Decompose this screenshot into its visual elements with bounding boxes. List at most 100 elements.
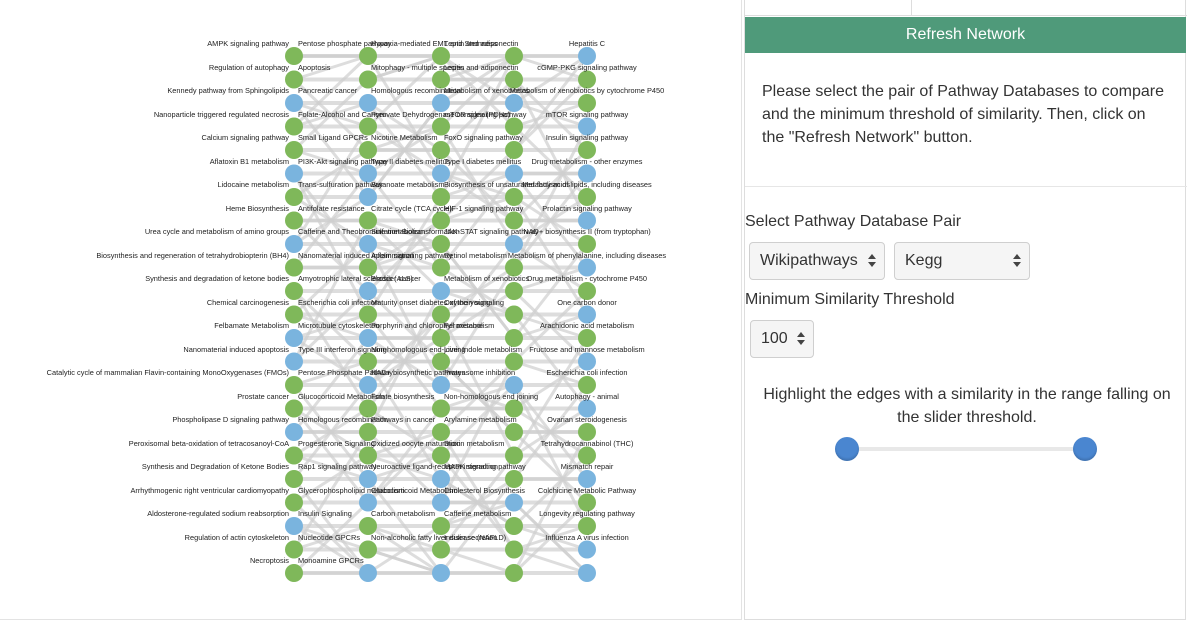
node-label: Insulin signaling pathway <box>545 133 629 142</box>
node-label: Aflatoxin B1 metabolism <box>209 156 289 166</box>
network-node[interactable] <box>432 564 450 582</box>
select-arrows-icon <box>1013 253 1021 269</box>
node-label: Apoptosis <box>298 62 331 72</box>
node-label: Pathways in cancer <box>371 415 436 424</box>
node-label: Urea cycle and metabolism of amino group… <box>144 227 289 236</box>
network-node[interactable] <box>505 564 523 582</box>
node-label: Phospholipase D signaling pathway <box>172 415 289 424</box>
node-label: NAD+ biosynthesis II (from tryptophan) <box>523 227 651 236</box>
refresh-network-button[interactable]: Refresh Network <box>745 17 1186 53</box>
node-label: Insulin secretion <box>444 532 498 542</box>
node-label: Metabolism of xenobiotics by cytochrome … <box>509 86 665 95</box>
node-label: Peroxisome <box>444 321 484 330</box>
node-label: Regulation of autophagy <box>208 62 289 72</box>
threshold-select[interactable]: 100 <box>750 320 814 358</box>
divider <box>745 186 1187 187</box>
node-label: Insulin Signaling <box>298 509 352 518</box>
network-node[interactable] <box>505 517 523 535</box>
node-label: Cholesterol Biosynthesis <box>444 485 525 495</box>
slider-handle-min[interactable] <box>835 437 859 461</box>
node-label: Felbamate Metabolism <box>214 321 289 330</box>
node-label: Microtubule cytoskeleton <box>298 321 380 330</box>
node-label: Hepatitis C <box>568 39 606 48</box>
node-label: Bladder cancer <box>371 274 421 283</box>
instructions-text: Please select the pair of Pathway Databa… <box>762 83 1164 146</box>
node-label: Escherichia coli infection <box>298 297 379 307</box>
node-label: Prolactin signaling pathway <box>542 203 632 213</box>
node-label: Calcium signaling pathway <box>201 133 289 142</box>
node-label: Pancreatic cancer <box>298 86 358 95</box>
node-label: AMPK signaling pathway <box>207 39 289 48</box>
node-label: Mismatch repair <box>560 462 614 471</box>
node-label: Influenza A virus infection <box>545 532 629 542</box>
node-label: Leptin and adiponectin <box>444 39 519 48</box>
highlight-instructions: Highlight the edges with a similarity in… <box>763 386 1171 426</box>
node-label: Metabolism of lipids, including diseases <box>522 180 652 189</box>
network-node[interactable] <box>432 540 450 559</box>
network-node[interactable] <box>505 282 523 300</box>
node-label: Nanomaterial induced apoptosis <box>183 344 289 354</box>
node-label: Longevity regulating pathway <box>539 509 635 518</box>
node-label: Rap1 signaling pathway <box>298 462 377 471</box>
node-label: FoxO signaling pathway <box>444 133 523 142</box>
network-node[interactable] <box>505 540 523 559</box>
threshold-label: Minimum Similarity Threshold <box>745 291 955 308</box>
node-label: Dioxin metabolism <box>444 438 505 448</box>
node-label: Monoamine GPCRs <box>298 556 364 565</box>
node-label: Prostate cancer <box>237 391 289 401</box>
node-label: Chemical carcinogenesis <box>206 297 289 307</box>
network-node[interactable] <box>359 564 377 582</box>
threshold-value: 100 <box>761 330 788 347</box>
similarity-range-slider[interactable] <box>847 447 1085 451</box>
first-database-select[interactable]: Wikipathways <box>749 242 885 280</box>
node-label: Oxytocin signaling <box>444 297 504 307</box>
slider-handle-max[interactable] <box>1073 437 1097 461</box>
node-label: One carbon donor <box>557 297 617 307</box>
node-label: Liver Indole metabolism <box>444 344 523 354</box>
node-label: Nicotine Metabolism <box>371 133 438 142</box>
node-label: Type II diabetes mellitus <box>371 156 451 166</box>
network-node[interactable] <box>578 564 596 582</box>
node-label: Colchicine Metabolic Pathway <box>537 485 637 495</box>
node-label: Ovarian steroidogenesis <box>547 415 627 424</box>
top-strip <box>745 0 1187 16</box>
node-label: mTOR signaling pathway <box>444 109 527 119</box>
node-label: Folate biosynthesis <box>371 391 435 401</box>
node-label: Butanoate metabolism <box>371 180 445 189</box>
node-label: Antifolate resistance <box>298 203 365 213</box>
node-label: Biosynthesis and regeneration of tetrahy… <box>96 250 289 260</box>
network-panel[interactable]: AMPK signaling pathway Regulation of auto… <box>0 0 742 620</box>
node-label: Kennedy pathway from Sphingolipids <box>167 86 289 95</box>
node-label: Necroptosis <box>249 556 289 565</box>
node-label: Caffeine metabolism <box>444 509 512 518</box>
node-label: Small Ligand GPCRs <box>298 133 368 142</box>
node-label: cGMP-PKG signaling pathway <box>537 62 637 72</box>
select-arrows-icon <box>868 253 876 269</box>
node-label: Fructose and mannose metabolism <box>529 344 645 354</box>
node-label: Progesterone Signaling <box>298 438 375 448</box>
network-node[interactable] <box>505 423 523 441</box>
node-label: Synthesis and degradation of ketone bodi… <box>145 274 289 283</box>
node-label: Citrate cycle (TCA cycle) <box>371 203 452 213</box>
node-label: Tetrahydrocannabinol (THC) <box>540 438 634 448</box>
node-label: Apelin signaling pathway <box>371 250 453 260</box>
network-node[interactable] <box>285 564 303 582</box>
node-label: Retinol metabolism <box>444 250 507 260</box>
node-label: Heme Biosynthesis <box>225 203 289 213</box>
node-label: Non-homologous end joining <box>444 391 539 401</box>
first-database-value: Wikipathways <box>760 252 858 269</box>
node-label: Carbon metabolism <box>371 509 436 518</box>
node-label: Type I diabetes mellitus <box>444 156 522 166</box>
node-label: Proteasome inhibition <box>444 368 516 377</box>
second-database-select[interactable]: Kegg <box>894 242 1030 280</box>
strip-divider <box>911 0 912 16</box>
db-pair-label: Select Pathway Database Pair <box>745 213 962 230</box>
node-label: Lidocaine metabolism <box>217 180 289 189</box>
node-label: Leptin and adiponectin <box>444 62 519 72</box>
node-label: Nanoparticle triggered regulated necrosi… <box>153 109 289 119</box>
network-node[interactable] <box>505 305 523 324</box>
select-arrows-icon <box>797 331 805 347</box>
node-label: Metabolism of xenobiotics <box>444 274 530 283</box>
node-label: Regulation of actin cytoskeleton <box>184 532 289 542</box>
network-node[interactable] <box>578 540 596 559</box>
